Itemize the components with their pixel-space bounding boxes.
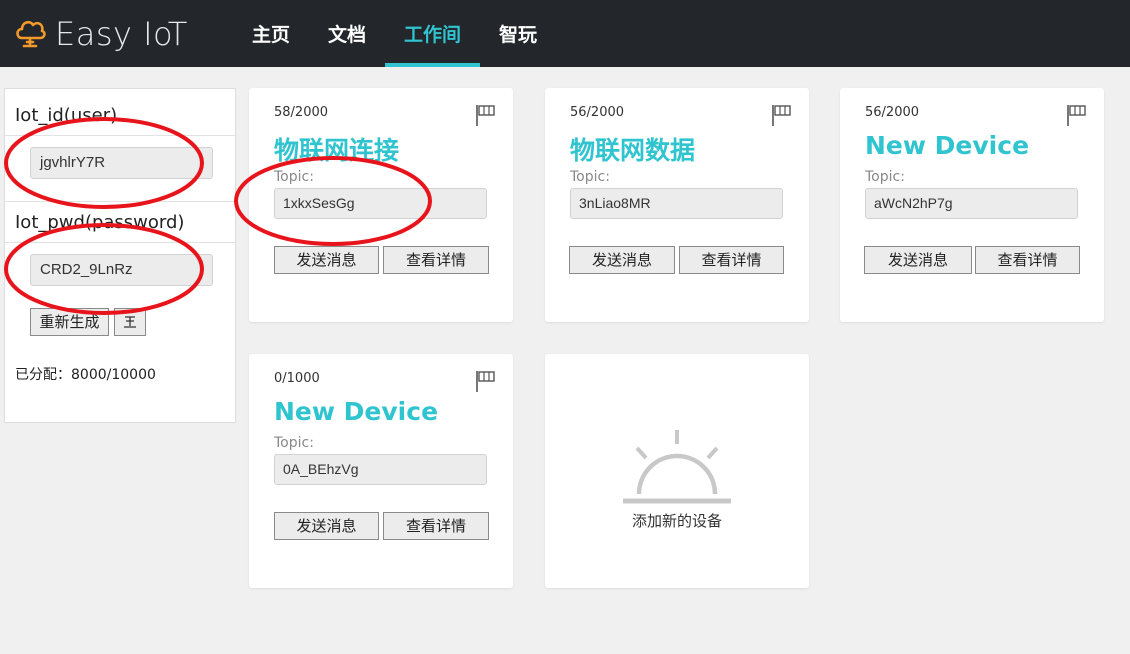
device-title[interactable]: New Device xyxy=(274,397,438,426)
regenerate-button[interactable]: 重新生成 xyxy=(30,308,109,336)
send-message-button[interactable]: 发送消息 xyxy=(569,246,675,274)
device-title[interactable]: New Device xyxy=(865,131,1029,160)
device-card: 0/1000 New Device Topic: 0A_BEhzVg 发送消息 … xyxy=(249,354,513,588)
add-device-card[interactable]: 添加新的设备 xyxy=(545,354,809,588)
brand-name: Easy IoT xyxy=(55,15,188,53)
device-card: 56/2000 New Device Topic: aWcN2hP7g 发送消息… xyxy=(840,88,1104,322)
topic-field[interactable]: 0A_BEhzVg xyxy=(274,454,487,485)
message-count: 56/2000 xyxy=(570,105,625,120)
divider xyxy=(5,242,235,243)
flag-icon[interactable] xyxy=(1066,103,1088,127)
iot-id-field[interactable]: jgvhlrY7R xyxy=(30,147,213,179)
view-details-button[interactable]: 查看详情 xyxy=(679,246,784,274)
view-details-button[interactable]: 查看详情 xyxy=(383,246,489,274)
message-count: 0/1000 xyxy=(274,371,320,386)
send-message-button[interactable]: 发送消息 xyxy=(274,512,379,540)
device-title[interactable]: 物联网数据 xyxy=(570,131,695,167)
send-message-button[interactable]: 发送消息 xyxy=(274,246,379,274)
flag-icon[interactable] xyxy=(475,103,497,127)
send-message-button[interactable]: 发送消息 xyxy=(864,246,972,274)
view-details-button[interactable]: 查看详情 xyxy=(383,512,489,540)
iot-pwd-label: Iot_pwd(password) xyxy=(15,212,185,233)
device-card: 56/2000 物联网数据 Topic: 3nLiao8MR 发送消息 查看详情 xyxy=(545,88,809,322)
flag-icon[interactable] xyxy=(771,103,793,127)
nav-workspace[interactable]: 工作间 xyxy=(385,0,481,67)
brand-logo[interactable]: Easy IoT xyxy=(14,14,188,54)
topic-field[interactable]: aWcN2hP7g xyxy=(865,188,1078,219)
top-navbar: Easy IoT 主页 文档 工作间 智玩 xyxy=(0,0,1130,67)
nav-home[interactable]: 主页 xyxy=(233,0,309,67)
nav-smart-play[interactable]: 智玩 xyxy=(480,0,556,67)
topic-field[interactable]: 1xkxSesGg xyxy=(274,188,487,219)
main-nav: 主页 文档 工作间 智玩 xyxy=(233,0,556,67)
quota-text: 已分配：8000/10000 xyxy=(15,367,156,383)
credentials-panel: Iot_id(user) jgvhlrY7R Iot_pwd(password)… xyxy=(4,88,236,423)
sunrise-icon xyxy=(623,430,731,504)
iot-id-label: Iot_id(user) xyxy=(15,105,118,126)
topic-label: Topic: xyxy=(865,169,905,185)
iot-pwd-field[interactable]: CRD2_9LnRz xyxy=(30,254,213,286)
topic-label: Topic: xyxy=(274,169,314,185)
device-card: 58/2000 物联网连接 Topic: 1xkxSesGg 发送消息 查看详情 xyxy=(249,88,513,322)
message-count: 58/2000 xyxy=(274,105,329,120)
copy-button[interactable] xyxy=(114,308,146,336)
topic-label: Topic: xyxy=(274,435,314,451)
cloud-logo-icon xyxy=(16,20,46,48)
device-title[interactable]: 物联网连接 xyxy=(274,131,399,167)
topic-label: Topic: xyxy=(570,169,610,185)
flag-icon[interactable] xyxy=(475,369,497,393)
copy-icon xyxy=(124,316,136,328)
topic-field[interactable]: 3nLiao8MR xyxy=(570,188,783,219)
view-details-button[interactable]: 查看详情 xyxy=(975,246,1080,274)
nav-docs[interactable]: 文档 xyxy=(309,0,385,67)
divider xyxy=(5,135,235,136)
message-count: 56/2000 xyxy=(865,105,920,120)
add-device-label: 添加新的设备 xyxy=(631,512,722,530)
divider xyxy=(5,201,235,202)
